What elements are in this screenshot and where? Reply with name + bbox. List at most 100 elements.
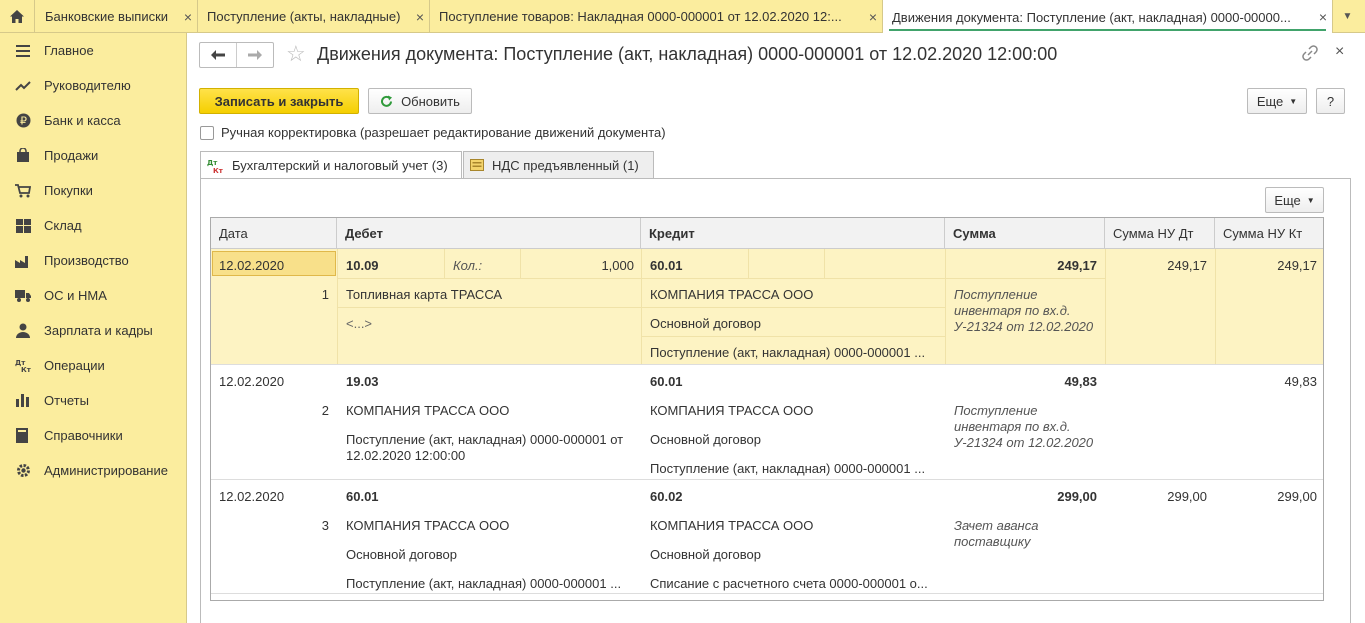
register-icon	[470, 159, 484, 171]
sidebar-item-administration[interactable]: Администрирование	[0, 453, 186, 488]
credit-subconto-3: Поступление (акт, накладная) 0000-000001…	[650, 345, 926, 360]
credit-subconto-3: Списание с расчетного счета 0000-000001 …	[650, 576, 928, 591]
window-tab-goods-receipt[interactable]: Поступление товаров: Накладная 0000-0000…	[430, 0, 883, 33]
svg-text:₽: ₽	[20, 115, 27, 128]
checkbox-box[interactable]	[200, 125, 214, 140]
row-sum-nu-kt: 249,17	[1277, 258, 1317, 273]
credit-subconto-1: КОМПАНИЯ ТРАССА ООО	[650, 518, 814, 533]
close-icon[interactable]: ×	[179, 9, 197, 25]
dt-kt-icon: ДтКт	[207, 159, 224, 174]
ruble-icon: ₽	[14, 112, 32, 130]
dt-kt-icon: ДтКт	[14, 357, 32, 375]
credit-subconto-2: Основной договор	[650, 316, 761, 331]
back-button[interactable]	[200, 43, 237, 67]
tabs-menu-button[interactable]: ▼	[1330, 0, 1365, 33]
cart-icon	[14, 182, 32, 200]
column-header-sum-nu-kt[interactable]: Сумма НУ Кт	[1215, 218, 1323, 249]
debit-subconto-2: <...>	[346, 316, 373, 331]
credit-subconto-3: Поступление (акт, накладная) 0000-000001…	[650, 461, 926, 476]
row-sum-nu-kt: 49,83	[1284, 374, 1317, 389]
debit-subconto-1: КОМПАНИЯ ТРАССА ООО	[346, 403, 510, 418]
column-header-sum[interactable]: Сумма	[945, 218, 1105, 249]
arrow-left-icon	[211, 50, 225, 60]
row-number: 3	[321, 518, 329, 533]
home-button[interactable]	[0, 0, 35, 33]
quantity-value: 1,000	[601, 258, 634, 273]
table-more-button[interactable]: Еще ▼	[1265, 187, 1324, 213]
manual-correction-checkbox[interactable]: Ручная корректировка (разрешает редактир…	[200, 125, 666, 140]
row-sum-nu-dt: 299,00	[1167, 489, 1207, 504]
table-row[interactable]: 12.02.2020 2 19.03 КОМПАНИЯ ТРАССА ООО П…	[211, 364, 1323, 479]
row-sum: 299,00	[1057, 489, 1097, 504]
column-header-sum-nu-dt[interactable]: Сумма НУ Дт	[1105, 218, 1215, 249]
row-comment: Поступление инвентаря по вх.д. У-21324 о…	[954, 403, 1094, 450]
close-icon[interactable]: ×	[864, 9, 882, 25]
table-row[interactable]: 12.02.2020 1 10.09 Кол.: 1,000 Топливная…	[211, 249, 1323, 364]
main-content: ☆ Движения документа: Поступление (акт, …	[187, 33, 1365, 623]
svg-text:Кт: Кт	[21, 366, 31, 373]
refresh-button[interactable]: Обновить	[368, 88, 472, 114]
arrow-right-icon	[248, 50, 262, 60]
credit-subconto-1: КОМПАНИЯ ТРАССА ООО	[650, 287, 814, 302]
sidebar-item-sales[interactable]: Продажи	[0, 138, 186, 173]
window-tab-document-movements[interactable]: Движения документа: Поступление (акт, на…	[883, 0, 1333, 34]
column-header-debit[interactable]: Дебет	[337, 218, 641, 249]
credit-account: 60.01	[650, 258, 683, 273]
debit-subconto-2: Основной договор	[346, 547, 457, 562]
tab-vat[interactable]: НДС предъявленный (1)	[463, 151, 654, 178]
sidebar-item-fixed-assets[interactable]: ОС и НМА	[0, 278, 186, 313]
debit-account: 60.01	[346, 489, 379, 504]
home-icon	[10, 10, 24, 23]
svg-text:Дт: Дт	[207, 159, 218, 167]
sidebar-item-purchases[interactable]: Покупки	[0, 173, 186, 208]
debit-subconto-3: Поступление (акт, накладная) 0000-000001…	[346, 576, 622, 591]
more-button[interactable]: Еще ▼	[1247, 88, 1307, 114]
window-tab-receipts-list[interactable]: Поступление (акты, накладные) ×	[198, 0, 430, 33]
sidebar-item-manager[interactable]: Руководителю	[0, 68, 186, 103]
sidebar-item-reports[interactable]: Отчеты	[0, 383, 186, 418]
credit-subconto-2: Основной договор	[650, 547, 761, 562]
trend-icon	[14, 77, 32, 95]
sidebar-item-warehouse[interactable]: Склад	[0, 208, 186, 243]
factory-icon	[14, 252, 32, 270]
svg-text:Кт: Кт	[213, 167, 224, 174]
sidebar-item-payroll[interactable]: Зарплата и кадры	[0, 313, 186, 348]
tab-accounting[interactable]: Дт Кт Бухгалтерский и налоговый учет (3)	[200, 151, 462, 179]
nav-buttons	[199, 42, 274, 68]
close-icon[interactable]: ×	[1335, 43, 1344, 61]
save-and-close-button[interactable]: Записать и закрыть	[199, 88, 359, 114]
sidebar-item-bank[interactable]: ₽ Банк и касса	[0, 103, 186, 138]
forward-button[interactable]	[237, 43, 273, 67]
close-icon[interactable]: ×	[411, 9, 429, 25]
row-sum-nu-kt: 299,00	[1277, 489, 1317, 504]
column-header-credit[interactable]: Кредит	[641, 218, 945, 249]
row-number: 1	[321, 287, 329, 302]
movements-table: Дата Дебет Кредит Сумма Сумма НУ Дт Сумм…	[210, 217, 1324, 601]
link-icon[interactable]	[1302, 45, 1318, 64]
row-sum: 49,83	[1064, 374, 1097, 389]
window-tab-bank-statements[interactable]: Банковские выписки ×	[36, 0, 198, 33]
truck-icon	[14, 287, 32, 305]
sidebar-item-operations[interactable]: Дт Кт Операции	[0, 348, 186, 383]
help-button[interactable]: ?	[1316, 88, 1345, 114]
row-date: 12.02.2020	[219, 489, 285, 504]
menu-icon	[14, 42, 32, 60]
sidebar-item-production[interactable]: Производство	[0, 243, 186, 278]
table-row[interactable]: 12.02.2020 3 60.01 КОМПАНИЯ ТРАССА ООО О…	[211, 479, 1323, 594]
refresh-icon	[381, 95, 393, 107]
sidebar-item-main[interactable]: Главное	[0, 33, 186, 68]
table-header: Дата Дебет Кредит Сумма Сумма НУ Дт Сумм…	[211, 218, 1323, 249]
credit-account: 60.01	[650, 374, 683, 389]
credit-subconto-1: КОМПАНИЯ ТРАССА ООО	[650, 403, 814, 418]
person-icon	[14, 322, 32, 340]
row-date: 12.02.2020	[219, 374, 285, 389]
sidebar-item-directories[interactable]: Справочники	[0, 418, 186, 453]
debit-account: 10.09	[346, 258, 379, 273]
debit-subconto-2: Поступление (акт, накладная) 0000-000001…	[346, 432, 624, 463]
window-tab-bar: Банковские выписки × Поступление (акты, н…	[0, 0, 1365, 34]
column-header-date[interactable]: Дата	[211, 218, 337, 249]
gear-icon	[14, 462, 32, 480]
debit-subconto-1: Топливная карта ТРАССА	[346, 287, 503, 302]
chevron-down-icon: ▼	[1289, 96, 1298, 106]
favorite-star-icon[interactable]: ☆	[286, 43, 306, 65]
